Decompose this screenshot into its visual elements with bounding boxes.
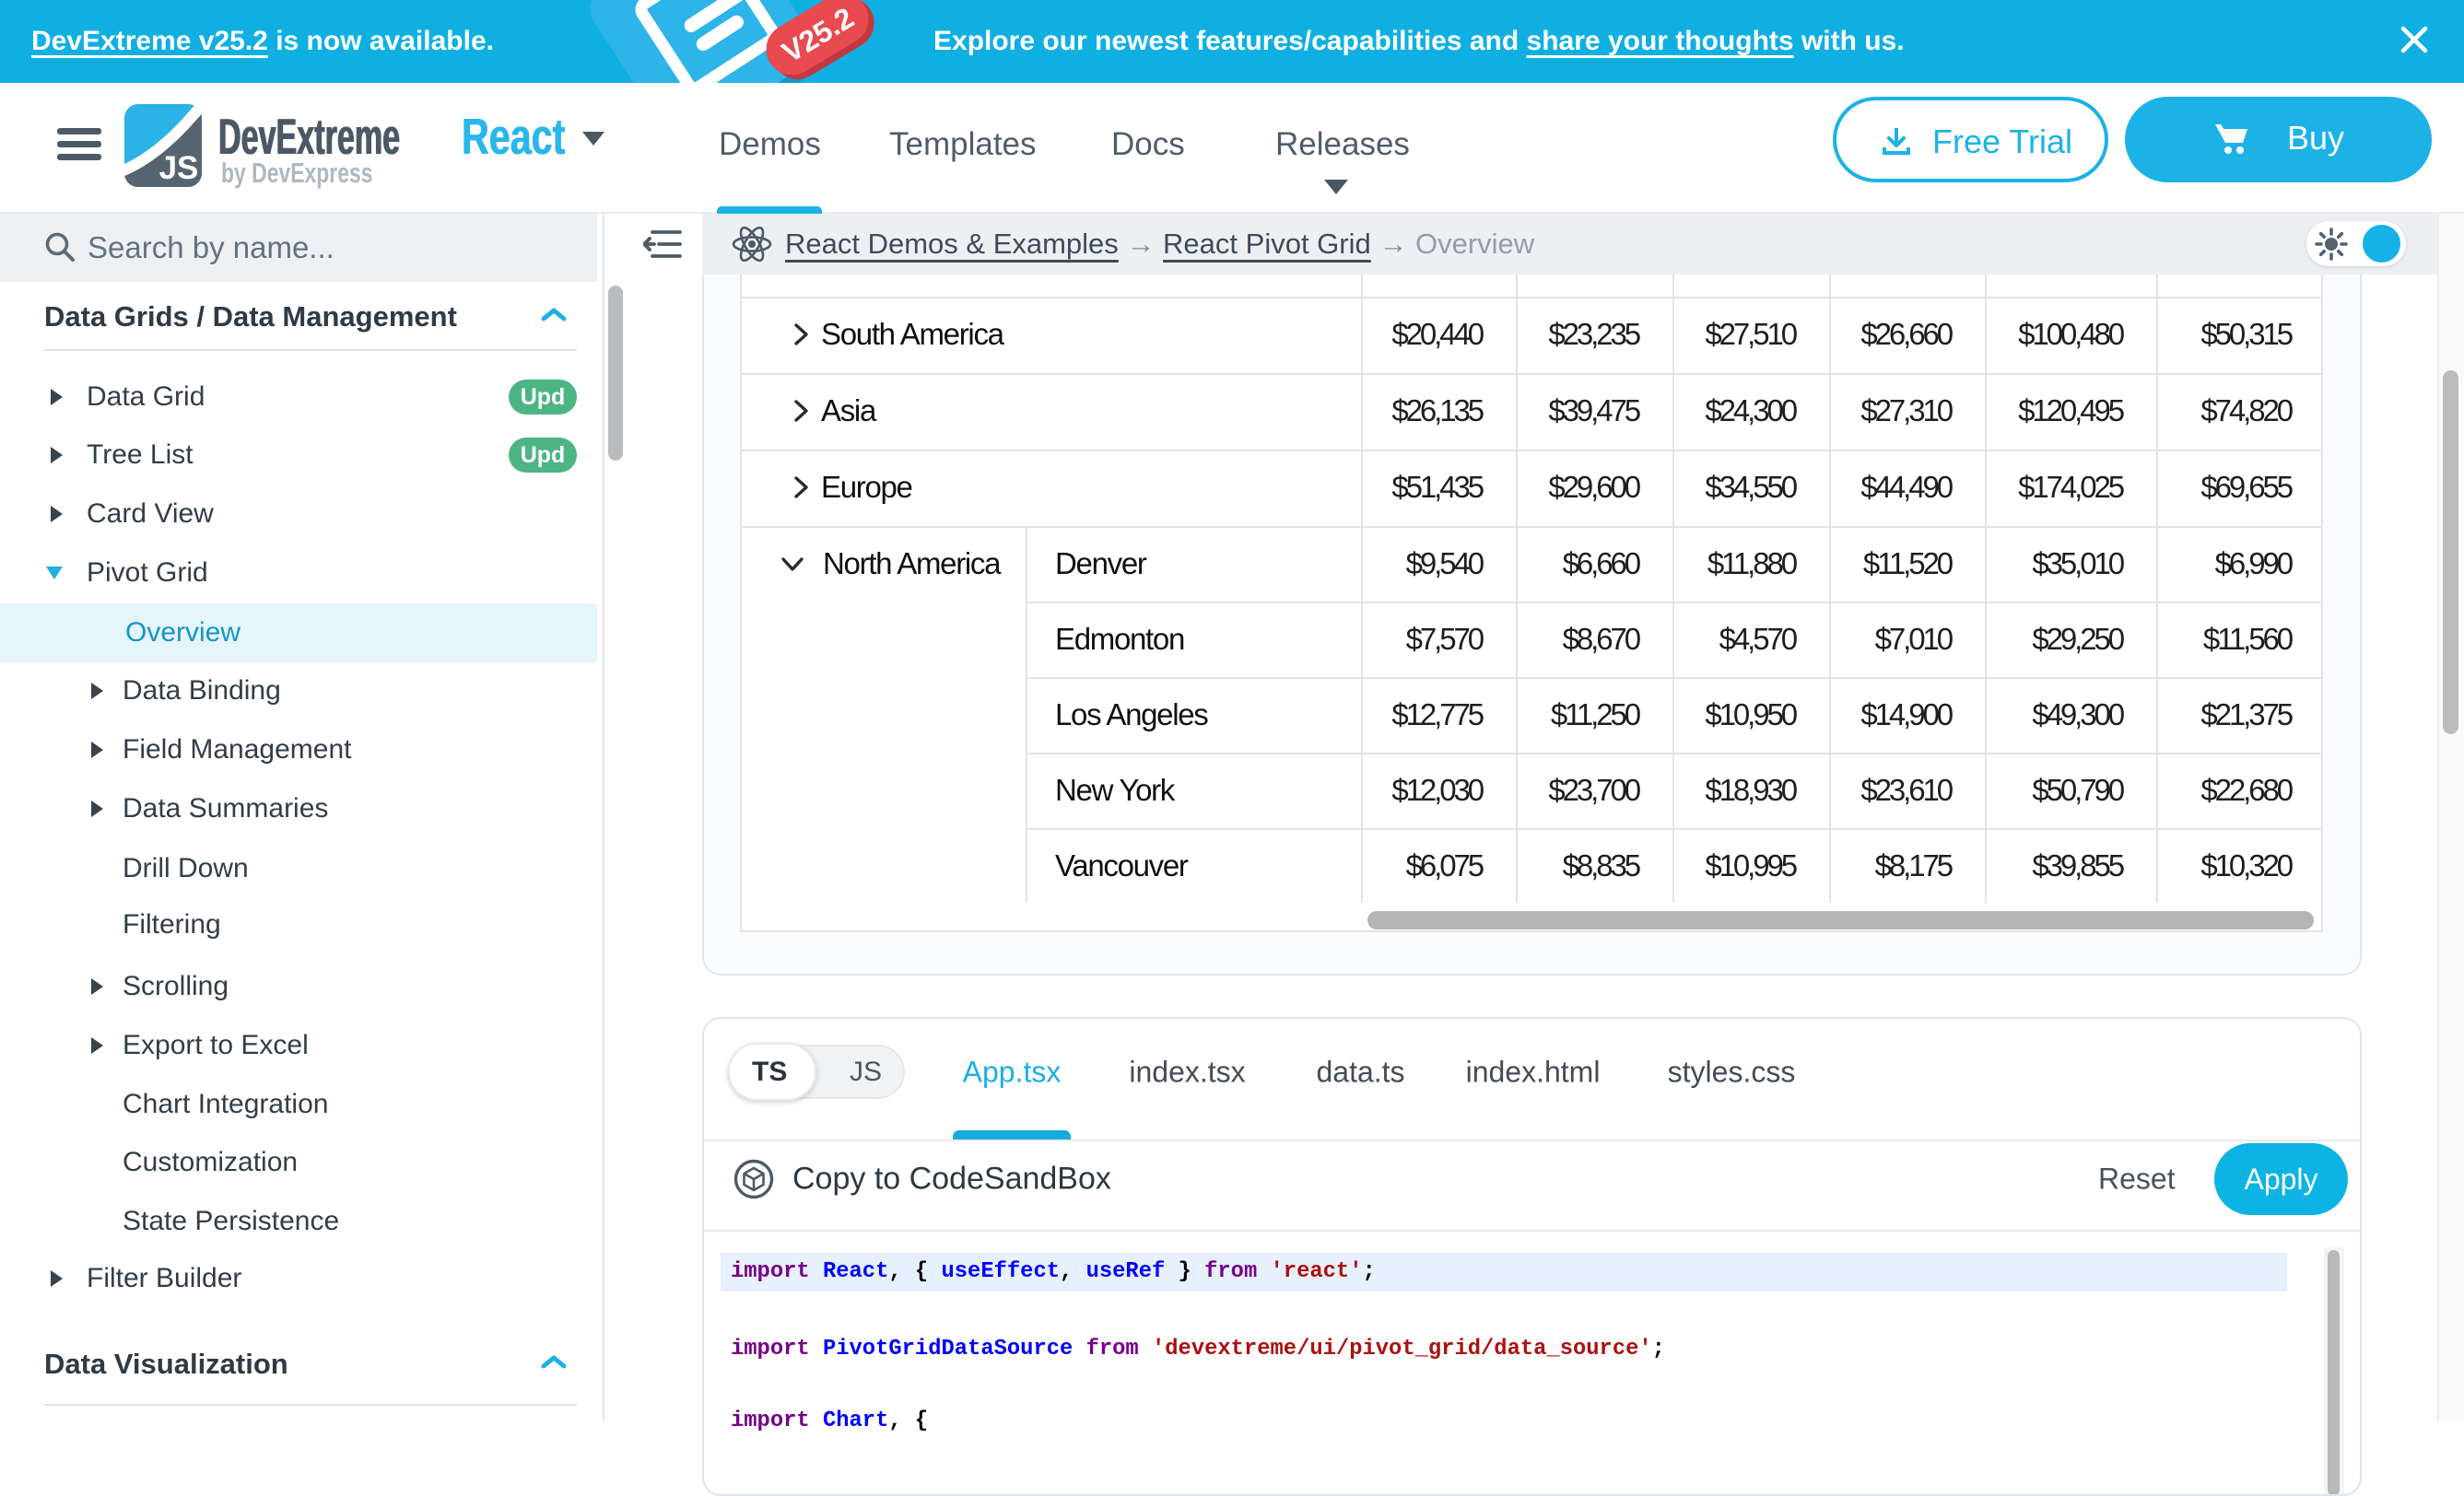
svg-text:JS: JS — [159, 150, 199, 186]
